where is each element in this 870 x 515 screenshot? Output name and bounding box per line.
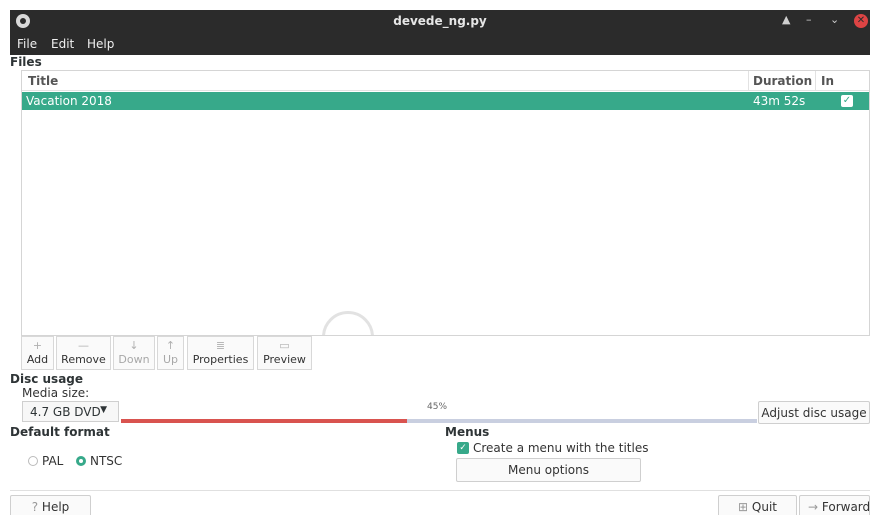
properties-button[interactable]: ≣ Properties (187, 336, 254, 370)
close-window-icon[interactable]: ✕ (854, 14, 868, 28)
quit-button[interactable]: ⊞ Quit (718, 495, 797, 515)
menu-edit[interactable]: Edit (51, 37, 74, 51)
files-list-header: Title Duration In menu (22, 71, 869, 102)
adjust-disc-usage-button[interactable]: Adjust disc usage (758, 401, 870, 424)
ntsc-radio-label[interactable]: NTSC (90, 454, 122, 468)
maximize-window-icon[interactable]: ⌄ (830, 13, 839, 26)
quit-icon: ⊞ (738, 500, 749, 514)
minimize-window-icon[interactable]: – (806, 13, 812, 26)
file-row-title: Vacation 2018 (26, 94, 112, 108)
pal-radio-label[interactable]: PAL (42, 454, 63, 468)
files-section-label: Files (10, 55, 42, 69)
add-button[interactable]: + Add (21, 336, 54, 370)
menubar: File Edit Help (10, 33, 870, 55)
forward-button-label: Forward (821, 500, 870, 514)
list-icon: ≣ (215, 339, 226, 352)
column-separator (815, 71, 816, 91)
lightbulb-icon (322, 311, 374, 335)
menus-section-label: Menus (445, 425, 490, 439)
disc-usage-section-label: Disc usage (10, 372, 84, 386)
file-row-duration: 43m 52s (753, 94, 806, 108)
menu-help[interactable]: Help (87, 37, 114, 51)
up-button[interactable]: ↑ Up (157, 336, 184, 370)
up-button-label: Up (162, 353, 179, 366)
plus-icon: + (32, 339, 43, 352)
default-format-section-label: Default format (10, 425, 110, 439)
footer-divider (10, 490, 870, 491)
disc-usage-bar (121, 419, 757, 423)
add-button-label: Add (26, 353, 49, 366)
preview-button-label: Preview (263, 353, 306, 366)
file-row-in-menu-checkbox[interactable]: ✓ (841, 95, 853, 107)
create-menu-checkbox-label[interactable]: Create a menu with the titles (473, 441, 648, 455)
help-button-label: Help (41, 500, 70, 514)
menu-file[interactable]: File (17, 37, 37, 51)
media-size-dropdown[interactable]: 4.7 GB DVD ▼ (22, 401, 119, 422)
create-menu-checkbox[interactable]: ✓ (457, 442, 469, 454)
media-size-label: Media size: (22, 386, 90, 400)
down-button[interactable]: ↓ Down (113, 336, 155, 370)
remove-button-label: Remove (61, 353, 106, 366)
disc-usage-bar-fill (121, 419, 408, 423)
preview-button[interactable]: ▭ Preview (257, 336, 312, 370)
forward-button[interactable]: → Forward (799, 495, 870, 515)
monitor-icon: ▭ (279, 339, 290, 352)
column-title-header[interactable]: Title (28, 74, 58, 88)
minus-icon: — (78, 339, 89, 352)
column-separator (748, 71, 749, 91)
forward-icon: → (808, 500, 819, 514)
remove-button[interactable]: — Remove (56, 336, 111, 370)
shade-window-icon[interactable]: ▲ (782, 13, 790, 26)
help-button[interactable]: ? Help (10, 495, 91, 515)
arrow-down-icon: ↓ (129, 339, 139, 352)
properties-button-label: Properties (192, 353, 249, 366)
pal-radio[interactable] (28, 456, 38, 466)
column-duration-header[interactable]: Duration (753, 74, 812, 88)
caret-down-icon: ▼ (100, 405, 107, 415)
media-size-value: 4.7 GB DVD (30, 405, 101, 419)
arrow-up-icon: ↑ (165, 339, 176, 352)
window-titlebar: devede_ng.py ▲ – ⌄ ✕ (10, 10, 870, 33)
watermark-logo (322, 311, 622, 335)
disc-usage-percent: 45% (427, 402, 448, 412)
file-row[interactable]: Vacation 2018 43m 52s ✓ (22, 92, 869, 110)
down-button-label: Down (118, 353, 150, 366)
quit-button-label: Quit (751, 500, 777, 514)
menu-options-button[interactable]: Menu options (456, 458, 641, 482)
help-icon: ? (31, 500, 39, 514)
files-list[interactable]: Title Duration In menu Vacation 2018 43m… (21, 70, 870, 336)
window-title: devede_ng.py (393, 14, 487, 28)
ntsc-radio[interactable] (76, 456, 86, 466)
